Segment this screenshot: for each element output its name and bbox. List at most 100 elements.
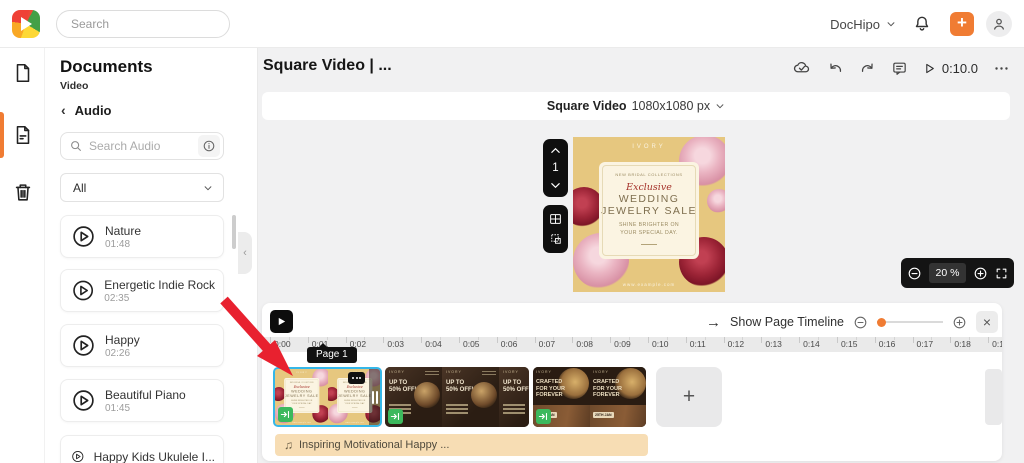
chevron-up-icon[interactable] — [550, 146, 561, 155]
page-duration-handle[interactable] — [369, 369, 380, 425]
timeline-ruler[interactable]: 0:00 0:01 0:02 0:03 0:04 0:05 0:06 0:07 … — [262, 337, 1002, 352]
audio-item-energetic-indie-rock[interactable]: Energetic Indie Rock 02:35 — [60, 269, 224, 312]
offer-text: 50% OFF! — [389, 386, 417, 393]
current-page-number: 1 — [552, 162, 559, 174]
fullscreen-icon[interactable] — [995, 267, 1008, 280]
rail-documents-button[interactable] — [12, 124, 34, 146]
ruler-tick: 0:15 — [836, 337, 875, 352]
play-circle-icon[interactable] — [71, 388, 96, 413]
play-circle-icon[interactable] — [71, 278, 95, 303]
timeline-play-button[interactable] — [270, 310, 293, 333]
timeline-zoom-in-icon[interactable] — [952, 315, 967, 330]
offer-text: 50% OFF! — [503, 386, 529, 393]
product-photo — [414, 382, 440, 408]
headline-text: WEDDING — [291, 389, 313, 394]
page-navigator: 1 — [543, 139, 568, 197]
headline-text: FOR YOUR — [536, 385, 565, 392]
workspace-switcher[interactable]: DocHipo — [830, 0, 896, 48]
audio-item-happy[interactable]: Happy 02:26 — [60, 324, 224, 367]
documents-panel: Documents Video ‹ Audio All Nature01:48 … — [45, 48, 258, 463]
audio-filter-value: All — [73, 180, 87, 195]
page-thumbnail-1[interactable]: IVORY NEW BRIDAL COLLECTIONS Exclusive W… — [273, 367, 382, 427]
resize-canvas-icon[interactable] — [550, 233, 562, 245]
audio-item-happy-kids-ukulele[interactable]: Happy Kids Ukulele I... — [60, 435, 224, 463]
play-circle-icon[interactable] — [71, 224, 96, 249]
workspace-label: DocHipo — [830, 16, 880, 32]
chevron-down-icon — [716, 104, 724, 109]
audio-list-scrollbar[interactable] — [232, 215, 236, 249]
dochipo-logo-icon[interactable] — [12, 10, 40, 38]
ruler-tick: 0:07 — [534, 337, 573, 352]
document-size-selector[interactable]: Square Video 1080x1080 px — [262, 92, 1010, 120]
timeline-partial-item — [985, 369, 1002, 425]
audio-back-button[interactable]: ‹ Audio — [61, 102, 112, 118]
duration-label: 0:10.0 — [941, 60, 978, 76]
play-circle-icon[interactable] — [71, 333, 96, 358]
size-dimensions: 1080x1080 px — [631, 99, 711, 113]
rail-templates-button[interactable] — [12, 62, 34, 84]
subline-text: YOUR SPECIAL DAY. — [344, 402, 365, 405]
document-icon — [16, 63, 30, 83]
transition-icon[interactable] — [536, 409, 551, 424]
headline-text: JEWELRY SALE — [337, 393, 372, 398]
document-lines-icon — [16, 125, 30, 145]
notifications-button[interactable] — [912, 14, 932, 34]
add-page-button[interactable]: + — [656, 367, 722, 427]
app-window: DocHipo + Documents Video ‹ Audio — [0, 0, 1024, 463]
audio-filter-select[interactable]: All — [60, 173, 224, 202]
ruler-tick: 0:08 — [572, 337, 610, 352]
audio-item-duration: 02:26 — [105, 347, 131, 359]
transition-icon[interactable] — [388, 409, 403, 424]
slider-handle[interactable] — [877, 317, 886, 327]
timeline-zoom-out-icon[interactable] — [853, 315, 868, 330]
wedding-sale-design: IVORY NEW BRIDAL COLLECTIONS Exclusive W… — [573, 137, 725, 292]
brand-text: IVORY — [536, 370, 552, 374]
audio-item-name: Energetic Indie Rock — [104, 277, 215, 292]
logo-play-icon — [21, 17, 32, 31]
more-options-icon[interactable] — [993, 60, 1010, 77]
transition-icon[interactable] — [278, 407, 293, 422]
ruler-tick: 0:17 — [912, 337, 951, 352]
top-bar: DocHipo + — [0, 0, 1024, 48]
website-text: www.example.com — [622, 282, 676, 287]
timeline-audio-track[interactable]: ♫ Inspiring Motivational Happy ... — [275, 434, 648, 456]
subline-text: YOUR SPECIAL DAY. — [620, 229, 678, 236]
audio-info-button[interactable] — [198, 135, 220, 157]
tagline-text: NEW BRIDAL COLLECTIONS — [289, 381, 314, 384]
chevron-down-icon[interactable] — [550, 181, 561, 190]
close-timeline-button[interactable]: × — [976, 311, 998, 333]
comment-icon[interactable] — [891, 60, 908, 77]
preview-play-control[interactable]: 0:10.0 — [923, 61, 978, 76]
fine-print — [425, 371, 439, 376]
audio-search[interactable] — [60, 132, 224, 160]
audio-search-input[interactable] — [89, 139, 192, 153]
show-page-timeline-toggle[interactable]: Show Page Timeline — [730, 315, 844, 329]
editor-toolbar: 0:10.0 — [792, 58, 1010, 78]
canvas-page[interactable]: IVORY NEW BRIDAL COLLECTIONS Exclusive W… — [573, 137, 725, 292]
undo-icon[interactable] — [827, 60, 844, 77]
panel-collapse-handle[interactable]: ‹ — [238, 232, 252, 274]
ruler-tick: 0:12 — [723, 337, 762, 352]
zoom-level-value[interactable]: 20 % — [929, 263, 966, 283]
audio-item-nature[interactable]: Nature 01:48 — [60, 215, 224, 258]
page-thumbnail-3[interactable]: IVORY CRAFTEDFOR YOURFOREVER 25TH JAN IV… — [533, 367, 646, 427]
subline-text: SHINE BRIGHTER ON — [291, 399, 313, 402]
global-search[interactable] — [56, 10, 230, 38]
timeline-zoom-slider[interactable] — [877, 317, 943, 327]
ruler-tick: 0:03 — [383, 337, 421, 352]
page-thumbnail-2[interactable]: IVORY UP TO 50% OFF! IVORY UP TO 50% OFF! … — [385, 367, 529, 427]
size-name: Square Video — [546, 99, 627, 113]
zoom-out-icon[interactable] — [907, 266, 922, 281]
audio-item-beautiful-piano[interactable]: Beautiful Piano 01:45 — [60, 379, 224, 422]
global-search-input[interactable] — [71, 17, 226, 31]
play-circle-icon[interactable] — [71, 444, 85, 463]
account-avatar[interactable] — [986, 11, 1012, 37]
rail-trash-button[interactable] — [12, 181, 34, 203]
zoom-in-icon[interactable] — [973, 266, 988, 281]
page-options-button[interactable] — [348, 372, 365, 384]
create-document-button[interactable]: + — [950, 12, 974, 36]
flower-graphic — [707, 189, 725, 213]
redo-icon[interactable] — [859, 60, 876, 77]
grid-view-icon[interactable] — [549, 213, 562, 225]
search-icon — [71, 141, 81, 151]
